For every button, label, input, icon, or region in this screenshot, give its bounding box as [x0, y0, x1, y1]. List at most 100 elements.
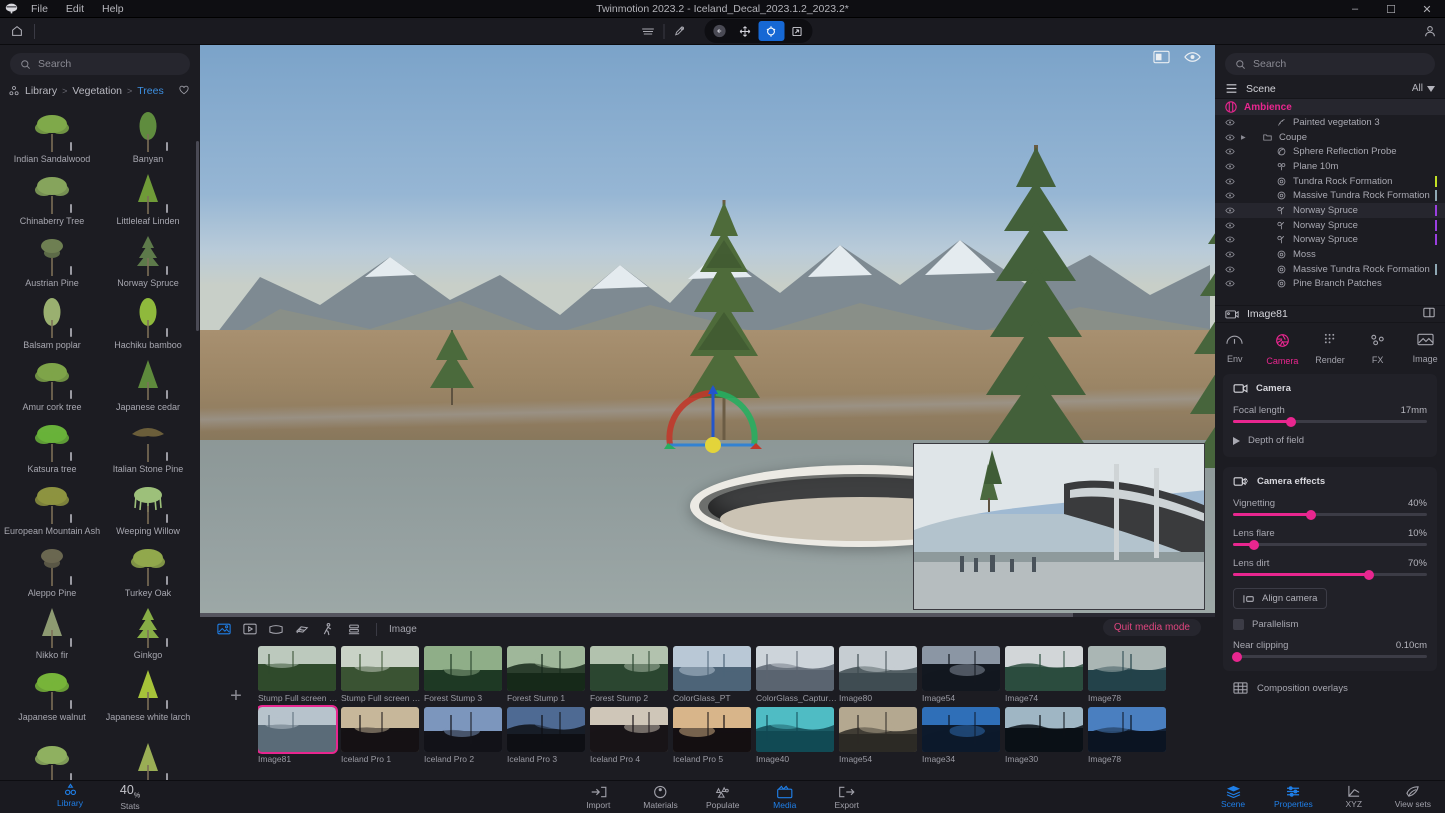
- composition-overlays-row[interactable]: Composition overlays: [1215, 681, 1445, 695]
- lens-flare-slider[interactable]: [1233, 543, 1427, 546]
- scene-search-input[interactable]: Search: [1225, 53, 1435, 75]
- library-search-input[interactable]: Search: [10, 53, 190, 75]
- media-thumbnail[interactable]: Image81: [258, 707, 336, 764]
- library-item[interactable]: Norway Spruce: [100, 229, 196, 291]
- bottom-nav-properties[interactable]: Properties: [1274, 785, 1313, 809]
- scene-item-row[interactable]: Painted vegetation 3: [1215, 115, 1445, 130]
- scene-item-row[interactable]: Norway Spruce: [1215, 218, 1445, 233]
- close-button[interactable]: ✕: [1409, 0, 1445, 18]
- library-item[interactable]: Banyan: [100, 105, 196, 167]
- library-item[interactable]: Japanese walnut: [4, 663, 100, 725]
- visibility-eye-icon[interactable]: [1225, 119, 1235, 126]
- library-item[interactable]: Turkey Oak: [100, 539, 196, 601]
- property-tab-env[interactable]: Env: [1215, 333, 1255, 366]
- bottom-nav-stats[interactable]: 40% Stats: [113, 783, 147, 811]
- property-tab-camera[interactable]: Camera: [1263, 333, 1303, 366]
- library-item[interactable]: Balsam poplar: [4, 291, 100, 353]
- library-item[interactable]: Hachiku bamboo: [100, 291, 196, 353]
- library-item[interactable]: Japanese white larch: [100, 663, 196, 725]
- eyedropper-icon[interactable]: [664, 20, 694, 42]
- scene-item-row[interactable]: Norway Spruce: [1215, 233, 1445, 248]
- presentation-icon[interactable]: [344, 620, 364, 638]
- bottom-nav-scene[interactable]: Scene: [1216, 785, 1250, 809]
- parallelism-checkbox[interactable]: [1233, 619, 1244, 630]
- scene-item-row[interactable]: Norway Spruce: [1215, 203, 1445, 218]
- library-item[interactable]: European Mountain Ash: [4, 477, 100, 539]
- visibility-eye-icon[interactable]: [1225, 222, 1235, 229]
- split-view-icon[interactable]: [1153, 50, 1170, 69]
- breadcrumb-library[interactable]: Library: [25, 85, 57, 97]
- media-thumbnail[interactable]: Iceland Pro 3: [507, 707, 585, 764]
- visibility-eye-icon[interactable]: [1225, 178, 1235, 185]
- layers-icon[interactable]: [633, 20, 663, 42]
- walkthrough-icon[interactable]: [318, 620, 338, 638]
- media-thumbnail[interactable]: Image54: [839, 707, 917, 764]
- library-item[interactable]: Austrian Pine: [4, 229, 100, 291]
- account-icon[interactable]: [1423, 24, 1437, 38]
- media-thumbnail[interactable]: Stump Full screen ca...: [341, 646, 419, 703]
- property-tab-fx[interactable]: FX: [1358, 333, 1398, 366]
- quit-media-mode-button[interactable]: Quit media mode: [1103, 619, 1201, 636]
- pip-preview[interactable]: [913, 443, 1205, 610]
- media-thumbnail[interactable]: Iceland Pro 4: [590, 707, 668, 764]
- media-thumbnail[interactable]: Image54: [922, 646, 1000, 703]
- library-item[interactable]: Italian Stone Pine: [100, 415, 196, 477]
- scene-filter-dropdown[interactable]: All: [1412, 83, 1435, 94]
- library-item[interactable]: Weeping Willow: [100, 477, 196, 539]
- media-thumbnail[interactable]: Stump Full screen C...: [258, 646, 336, 703]
- scale-tool-icon[interactable]: [784, 21, 810, 41]
- scene-ambience-row[interactable]: Ambience: [1215, 99, 1445, 115]
- library-item[interactable]: [100, 725, 196, 780]
- library-item[interactable]: Nikko fir: [4, 601, 100, 663]
- library-item[interactable]: Littleleaf Linden: [100, 167, 196, 229]
- panel-collapse-icon[interactable]: [1423, 305, 1435, 323]
- media-thumbnail[interactable]: ColorGlass_PT: [673, 646, 751, 703]
- media-thumbnail[interactable]: Forest Stump 3: [424, 646, 502, 703]
- visibility-eye-icon[interactable]: [1225, 192, 1235, 199]
- scene-item-row[interactable]: Moss: [1215, 247, 1445, 262]
- image-media-icon[interactable]: [214, 620, 234, 638]
- media-thumbnail[interactable]: Iceland Pro 2: [424, 707, 502, 764]
- library-item[interactable]: [4, 725, 100, 780]
- bottom-nav-populate[interactable]: Populate: [706, 785, 740, 810]
- visibility-eye-icon[interactable]: [1225, 266, 1235, 273]
- library-item[interactable]: Japanese cedar: [100, 353, 196, 415]
- visibility-eye-icon[interactable]: [1225, 134, 1235, 141]
- scene-item-row[interactable]: Massive Tundra Rock Formation: [1215, 188, 1445, 203]
- media-thumbnail[interactable]: Image80: [839, 646, 917, 703]
- near-clipping-slider[interactable]: [1233, 655, 1427, 658]
- bottom-nav-media[interactable]: Media: [768, 785, 802, 810]
- library-item[interactable]: Indian Sandalwood: [4, 105, 100, 167]
- back-arrow-icon[interactable]: [706, 21, 732, 41]
- media-thumbnail[interactable]: Image40: [756, 707, 834, 764]
- align-camera-button[interactable]: Align camera: [1233, 588, 1327, 609]
- media-thumbnail[interactable]: Forest Stump 1: [507, 646, 585, 703]
- scene-item-row[interactable]: ▶ Coupe: [1215, 130, 1445, 145]
- library-scrollbar[interactable]: [196, 141, 199, 331]
- home-icon[interactable]: [0, 18, 34, 45]
- bottom-nav-export[interactable]: Export: [830, 785, 864, 810]
- visibility-eye-icon[interactable]: [1225, 163, 1235, 170]
- rotate-tool-icon[interactable]: [758, 21, 784, 41]
- media-thumbnail[interactable]: Image34: [922, 707, 1000, 764]
- video-media-icon[interactable]: [240, 620, 260, 638]
- eye-visibility-icon[interactable]: [1184, 50, 1201, 69]
- scene-item-row[interactable]: Pine Branch Patches: [1215, 277, 1445, 292]
- menu-edit[interactable]: Edit: [57, 0, 93, 18]
- visibility-eye-icon[interactable]: [1225, 207, 1235, 214]
- media-thumbnail[interactable]: ColorGlass_Capture I...: [756, 646, 834, 703]
- media-thumbnail[interactable]: Image30: [1005, 707, 1083, 764]
- vignetting-slider[interactable]: [1233, 513, 1427, 516]
- bottom-nav-import[interactable]: Import: [581, 785, 615, 810]
- library-item[interactable]: Ginkgo: [100, 601, 196, 663]
- 3d-viewport[interactable]: [200, 45, 1215, 617]
- parallelism-row[interactable]: Parallelism: [1233, 619, 1427, 630]
- media-thumbnail[interactable]: Forest Stump 2: [590, 646, 668, 703]
- depth-of-field-row[interactable]: Depth of field: [1233, 435, 1427, 446]
- phototour-icon[interactable]: [292, 620, 312, 638]
- panorama-icon[interactable]: [266, 620, 286, 638]
- move-tool-icon[interactable]: [732, 21, 758, 41]
- media-thumbnail[interactable]: Iceland Pro 1: [341, 707, 419, 764]
- bottom-nav-library[interactable]: Library: [53, 783, 87, 811]
- visibility-eye-icon[interactable]: [1225, 251, 1235, 258]
